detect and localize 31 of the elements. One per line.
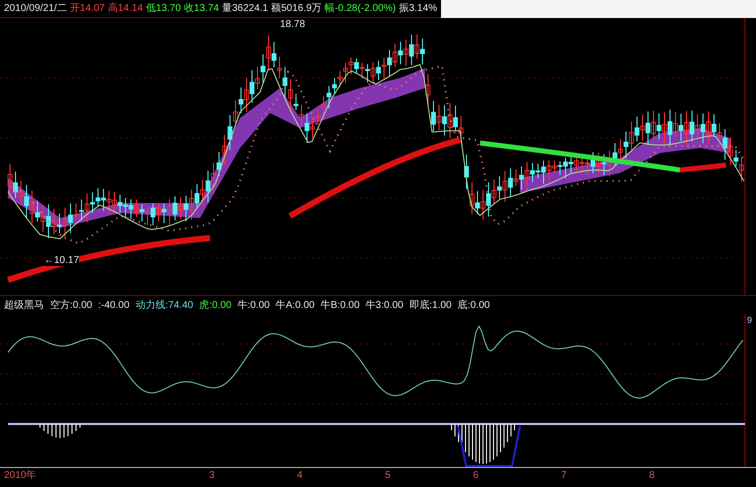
high-price-label: 18.78 <box>280 20 306 30</box>
axis-label: 3 <box>209 469 216 483</box>
indicator-name: 超级黑马 <box>4 298 44 312</box>
quote-field: 低13.70 <box>146 1 181 16</box>
indicator-value: 牛B:0.00 <box>320 298 360 312</box>
quote-field: 额5016.9万 <box>271 1 322 16</box>
indicator-value: 牛:0.00 <box>237 298 270 312</box>
axis-label: 8 <box>649 469 656 483</box>
indicator-value: 动力线:74.40 <box>135 298 194 312</box>
indicator-value: 虎:0.00 <box>199 298 232 312</box>
low-price-label: ←10.17 <box>44 256 80 266</box>
indicator-value: 底:0.00 <box>458 298 490 312</box>
quote-field: 幅-0.28(-2.00%) <box>324 1 396 16</box>
indicator-value: 牛3:0.00 <box>366 298 404 312</box>
quote-field: 高14.14 <box>108 1 143 16</box>
axis-label: 6 <box>473 469 480 483</box>
quote-field: 开14.07 <box>70 1 105 16</box>
scale-mark: 9 <box>747 316 752 325</box>
indicator-value: 空方:0.00 <box>50 298 92 312</box>
quote-field: 量36224.1 <box>222 1 268 16</box>
date-text: 2010/09/21/二 <box>4 2 67 16</box>
indicator-value: 即底:1.00 <box>409 298 452 312</box>
indicator-value: :-40.00 <box>98 298 130 312</box>
quote-field: 收13.74 <box>184 1 219 16</box>
signal-outline <box>457 426 521 467</box>
axis-label: 5 <box>385 469 392 483</box>
indicator-value: 牛A:0.00 <box>276 298 315 312</box>
axis-label: 4 <box>297 469 304 483</box>
quote-field: 振3.14% <box>398 1 438 16</box>
axis-label: 7 <box>561 469 568 483</box>
axis-label: 2010年 <box>4 469 38 483</box>
